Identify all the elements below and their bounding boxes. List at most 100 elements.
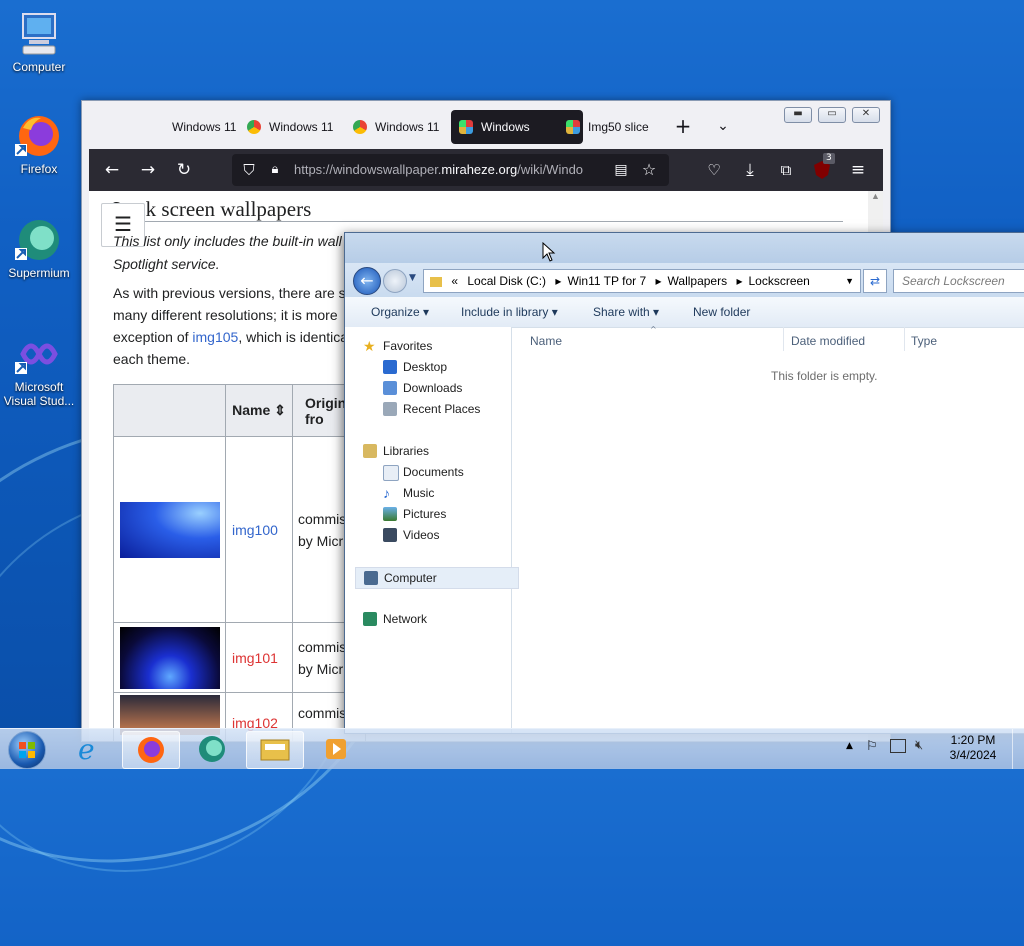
refresh-icon[interactable]: ⇄ (863, 269, 887, 293)
breadcrumb[interactable]: « Local Disk (C:) ▸ Win11 TP for 7 ▸ Wallp… (423, 269, 861, 293)
nav-pictures[interactable]: Pictures (383, 504, 446, 524)
forward-button[interactable] (383, 269, 407, 293)
nav-favorites[interactable]: ★ Favorites (363, 336, 432, 356)
empty-folder-message: This folder is empty. (771, 369, 878, 383)
back-button[interactable]: ← (101, 159, 123, 181)
taskbar-windows-explorer[interactable] (246, 731, 304, 769)
column-header-date-modified[interactable]: Date modified (791, 327, 865, 355)
forward-button[interactable]: → (137, 159, 159, 181)
paragraph-text: As with previous versions, there are s (113, 285, 346, 301)
documents-icon (383, 465, 399, 481)
column-header-name[interactable]: Name (530, 327, 562, 355)
nav-recent-places[interactable]: Recent Places (383, 399, 480, 419)
maximize-button[interactable]: ▭ (818, 107, 846, 123)
taskbar-internet-explorer[interactable]: e (62, 731, 118, 767)
tab-img50-slice[interactable]: Img50 slice (558, 110, 684, 144)
desktop-icon-visual-studio[interactable]: Microsoft Visual Stud... (2, 330, 76, 408)
tab-label: Windows 11 (375, 120, 440, 134)
new-folder-button[interactable]: New folder (693, 305, 750, 319)
volume-muted-icon[interactable]: 🔇︎ (915, 738, 923, 753)
start-button[interactable] (8, 731, 46, 769)
tab-label: Img50 slice (588, 120, 649, 134)
address-bar-area: ← ▼ « Local Disk (C:) ▸ Win11 TP for 7 ▸ W… (345, 263, 1024, 297)
bookmark-star-icon[interactable]: ☆ (638, 159, 660, 181)
chevron-down-icon[interactable]: ▼ (845, 270, 854, 292)
svg-text:e: e (78, 733, 95, 766)
table-row: img101 commis by Micr (113, 622, 366, 693)
breadcrumb-item[interactable]: Wallpapers (668, 274, 728, 288)
wiki-favicon-icon (459, 120, 473, 134)
pocket-icon[interactable]: ♡ (703, 159, 725, 181)
computer-icon (364, 571, 378, 585)
nav-downloads[interactable]: Downloads (383, 378, 462, 398)
url-bar[interactable]: ⛉ 🔒︎ https://windowswallpaper.miraheze.o… (232, 154, 669, 186)
img105-link[interactable]: img105 (192, 329, 238, 345)
wallpaper-thumbnail[interactable] (119, 626, 220, 689)
paragraph-text: many different resolutions; it is more (113, 307, 338, 323)
nav-documents[interactable]: Documents (383, 462, 464, 482)
nav-videos[interactable]: Videos (383, 525, 439, 545)
taskbar-supermium[interactable] (184, 731, 240, 767)
search-input[interactable]: Search Lockscreen (893, 269, 1024, 293)
folder-icon (430, 276, 442, 287)
extensions-icon[interactable]: ⧉ (775, 159, 797, 181)
lock-icon[interactable]: 🔒︎ (264, 159, 286, 181)
media-player-icon (326, 739, 346, 759)
chrome-favicon-icon (353, 120, 367, 134)
column-divider[interactable] (783, 327, 784, 351)
downloads-icon[interactable]: ⤓ (739, 159, 761, 181)
wallpaper-link[interactable]: img100 (232, 522, 278, 538)
breadcrumb-item[interactable]: Win11 TP for 7 (567, 274, 646, 288)
include-in-library-button[interactable]: Include in library ▾ (461, 305, 558, 319)
breadcrumb-item[interactable]: Local Disk (C:) (467, 274, 546, 288)
new-tab-button[interactable]: + (672, 115, 694, 137)
system-clock[interactable]: 1:20 PM 3/4/2024 (940, 733, 1006, 763)
shield-icon[interactable]: ⛉ (238, 159, 260, 181)
libraries-icon (363, 444, 377, 458)
column-header-type[interactable]: Type (911, 327, 937, 355)
wallpaper-thumbnail[interactable] (119, 501, 220, 558)
nav-network[interactable]: Network (363, 609, 427, 629)
nav-music[interactable]: ♪ Music (383, 483, 434, 503)
taskbar-firefox[interactable] (122, 731, 180, 769)
recent-places-icon (383, 402, 397, 416)
nav-libraries[interactable]: Libraries (363, 441, 429, 461)
desktop-icon (383, 360, 397, 374)
firefox-icon (15, 112, 63, 160)
recent-pages-icon[interactable]: ▼ (409, 273, 416, 283)
intro-text: Spotlight service. (113, 256, 220, 272)
reader-view-icon[interactable]: ▤ (610, 159, 632, 181)
tab-label: Windows 11 (172, 120, 237, 134)
breadcrumb-item[interactable]: Lockscreen (748, 274, 809, 288)
network-tray-icon[interactable] (890, 739, 906, 753)
taskbar: e ▲ ⚐ 🔇︎ 1:20 PM 3/4/2024 (0, 728, 1024, 769)
desktop-icon-supermium[interactable]: Supermium (2, 216, 76, 280)
minimize-button[interactable]: ▬ (784, 107, 812, 123)
nav-desktop[interactable]: Desktop (383, 357, 447, 377)
desktop-icon-computer[interactable]: Computer (2, 10, 76, 74)
column-divider[interactable] (904, 327, 905, 351)
scroll-up-icon[interactable]: ▲ (868, 191, 883, 201)
taskbar-media-player[interactable] (308, 731, 364, 767)
menu-icon[interactable]: ≡ (847, 159, 869, 181)
action-center-flag-icon[interactable]: ⚐ (866, 739, 878, 754)
breadcrumb-overflow: « (451, 274, 459, 288)
share-with-button[interactable]: Share with ▾ (593, 305, 659, 319)
list-all-tabs-button[interactable]: ⌄ (712, 115, 734, 137)
back-button[interactable]: ← (353, 267, 381, 295)
command-bar: Organize ▾ Include in library ▾ Share wi… (345, 297, 1024, 328)
explorer-title-bar[interactable] (345, 233, 1024, 267)
nav-computer[interactable]: Computer (355, 567, 519, 589)
show-desktop-button[interactable] (1012, 729, 1024, 769)
organize-button[interactable]: Organize ▾ (371, 305, 429, 319)
pictures-icon (383, 507, 397, 521)
wallpaper-link[interactable]: img101 (232, 650, 278, 666)
close-button[interactable]: ✕ (852, 107, 880, 123)
reload-button[interactable]: ↻ (173, 159, 195, 181)
ublock-icon[interactable]: 3 (811, 153, 835, 181)
internet-explorer-icon: e (78, 733, 95, 766)
table-header-name[interactable]: Name ⇕ (225, 384, 293, 437)
desktop-icon-firefox[interactable]: Firefox (2, 112, 76, 176)
show-hidden-icons-button[interactable]: ▲ (846, 741, 853, 751)
firefox-icon (138, 737, 164, 763)
